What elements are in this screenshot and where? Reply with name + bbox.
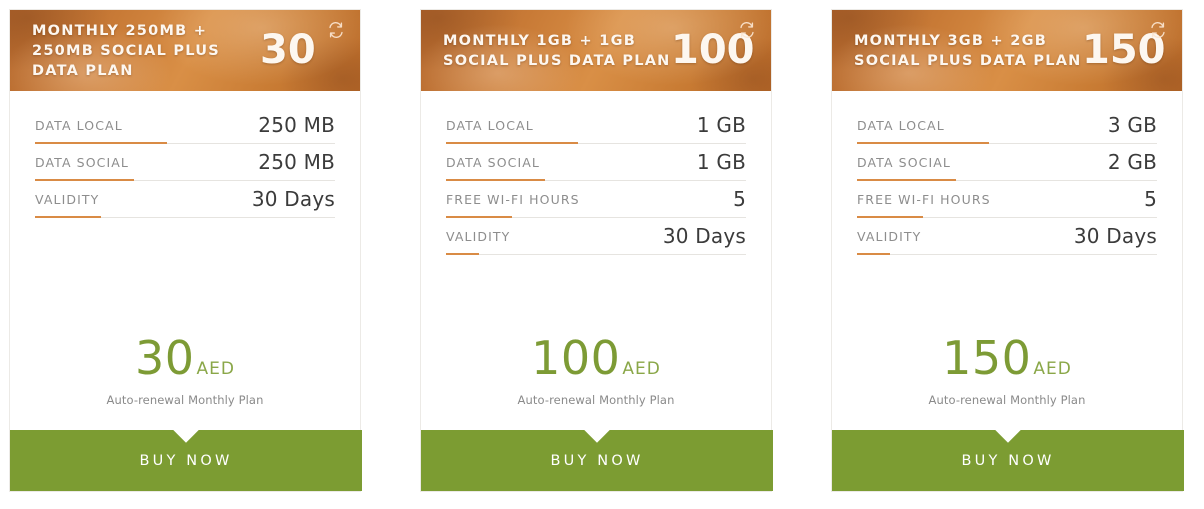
price-line: 30 AED xyxy=(10,332,360,384)
plan-card-header: MONTHLY 250MB + 250MB SOCIAL PLUS DATA P… xyxy=(10,10,360,91)
price-note: Auto-renewal Monthly Plan xyxy=(106,393,264,407)
button-notch xyxy=(173,430,199,443)
spec-row: FREE WI-FI HOURS 5 xyxy=(857,181,1157,218)
spec-value: 250 MB xyxy=(258,150,335,174)
price-note: Auto-renewal Monthly Plan xyxy=(928,393,1086,407)
spec-row: DATA LOCAL 250 MB xyxy=(35,107,335,144)
auto-renewal-icon xyxy=(1147,19,1169,41)
price-currency: AED xyxy=(1033,359,1072,379)
price-line: 150 AED xyxy=(832,332,1182,384)
plan-title: MONTHLY 3GB + 2GB SOCIAL PLUS DATA PLAN xyxy=(854,32,1082,69)
buy-now-button[interactable]: BUY NOW xyxy=(10,430,362,491)
buy-now-label: BUY NOW xyxy=(139,452,233,469)
spec-label: DATA LOCAL xyxy=(857,117,945,133)
button-notch xyxy=(584,430,610,443)
buy-now-label: BUY NOW xyxy=(550,452,644,469)
plan-card-deck: MONTHLY 250MB + 250MB SOCIAL PLUS DATA P… xyxy=(0,0,1204,509)
row-accent-bar xyxy=(35,216,101,218)
spec-label: DATA LOCAL xyxy=(35,117,123,133)
buy-now-button[interactable]: BUY NOW xyxy=(832,430,1184,491)
row-accent-bar xyxy=(857,253,890,255)
spec-label: DATA LOCAL xyxy=(446,117,534,133)
spec-label: DATA SOCIAL xyxy=(35,154,129,170)
price-line: 100 AED xyxy=(421,332,771,384)
plan-card-header: MONTHLY 1GB + 1GB SOCIAL PLUS DATA PLAN … xyxy=(421,10,771,91)
plan-card-header: MONTHLY 3GB + 2GB SOCIAL PLUS DATA PLAN … xyxy=(832,10,1182,91)
spec-label: FREE WI-FI HOURS xyxy=(446,191,580,207)
spec-value: 1 GB xyxy=(696,113,746,137)
spec-value: 30 Days xyxy=(1073,224,1157,248)
price-amount: 30 xyxy=(134,331,195,385)
spec-row: VALIDITY 30 Days xyxy=(857,218,1157,255)
plan-title: MONTHLY 1GB + 1GB SOCIAL PLUS DATA PLAN xyxy=(443,32,671,69)
plan-title: MONTHLY 250MB + 250MB SOCIAL PLUS DATA P… xyxy=(32,22,220,79)
spec-row: DATA SOCIAL 1 GB xyxy=(446,144,746,181)
spec-label: VALIDITY xyxy=(857,228,922,244)
spec-value: 1 GB xyxy=(696,150,746,174)
spec-row: DATA LOCAL 1 GB xyxy=(446,107,746,144)
spec-value: 2 GB xyxy=(1107,150,1157,174)
spec-list: DATA LOCAL 3 GB DATA SOCIAL 2 GB FREE WI… xyxy=(832,91,1182,332)
spec-row: DATA LOCAL 3 GB xyxy=(857,107,1157,144)
spec-value: 3 GB xyxy=(1107,113,1157,137)
spec-list: DATA LOCAL 250 MB DATA SOCIAL 250 MB VAL… xyxy=(10,91,360,332)
price-block: 100 AED Auto-renewal Monthly Plan xyxy=(421,332,771,429)
buy-now-button[interactable]: BUY NOW xyxy=(421,430,773,491)
spec-row: DATA SOCIAL 2 GB xyxy=(857,144,1157,181)
price-currency: AED xyxy=(196,359,235,379)
price-currency: AED xyxy=(622,359,661,379)
price-amount: 150 xyxy=(942,331,1032,385)
spec-row: FREE WI-FI HOURS 5 xyxy=(446,181,746,218)
spec-value: 30 Days xyxy=(251,187,335,211)
spec-value: 250 MB xyxy=(258,113,335,137)
auto-renewal-icon xyxy=(736,19,758,41)
buy-now-label: BUY NOW xyxy=(961,452,1055,469)
spec-label: VALIDITY xyxy=(35,191,100,207)
plan-card[interactable]: MONTHLY 1GB + 1GB SOCIAL PLUS DATA PLAN … xyxy=(420,9,773,492)
spec-label: DATA SOCIAL xyxy=(446,154,540,170)
spec-value: 5 xyxy=(733,187,746,211)
spec-label: FREE WI-FI HOURS xyxy=(857,191,991,207)
spec-label: DATA SOCIAL xyxy=(857,154,951,170)
spec-label: VALIDITY xyxy=(446,228,511,244)
spec-row: VALIDITY 30 Days xyxy=(35,181,335,218)
plan-card[interactable]: MONTHLY 3GB + 2GB SOCIAL PLUS DATA PLAN … xyxy=(831,9,1184,492)
price-amount: 100 xyxy=(531,331,621,385)
price-block: 30 AED Auto-renewal Monthly Plan xyxy=(10,332,360,429)
spec-list: DATA LOCAL 1 GB DATA SOCIAL 1 GB FREE WI… xyxy=(421,91,771,332)
spec-value: 5 xyxy=(1144,187,1157,211)
plan-card[interactable]: MONTHLY 250MB + 250MB SOCIAL PLUS DATA P… xyxy=(9,9,362,492)
plan-header-amount: 30 xyxy=(260,26,316,73)
spec-value: 30 Days xyxy=(662,224,746,248)
auto-renewal-icon xyxy=(325,19,347,41)
spec-row: DATA SOCIAL 250 MB xyxy=(35,144,335,181)
spec-row: VALIDITY 30 Days xyxy=(446,218,746,255)
button-notch xyxy=(995,430,1021,443)
price-note: Auto-renewal Monthly Plan xyxy=(517,393,675,407)
row-accent-bar xyxy=(446,253,479,255)
price-block: 150 AED Auto-renewal Monthly Plan xyxy=(832,332,1182,429)
